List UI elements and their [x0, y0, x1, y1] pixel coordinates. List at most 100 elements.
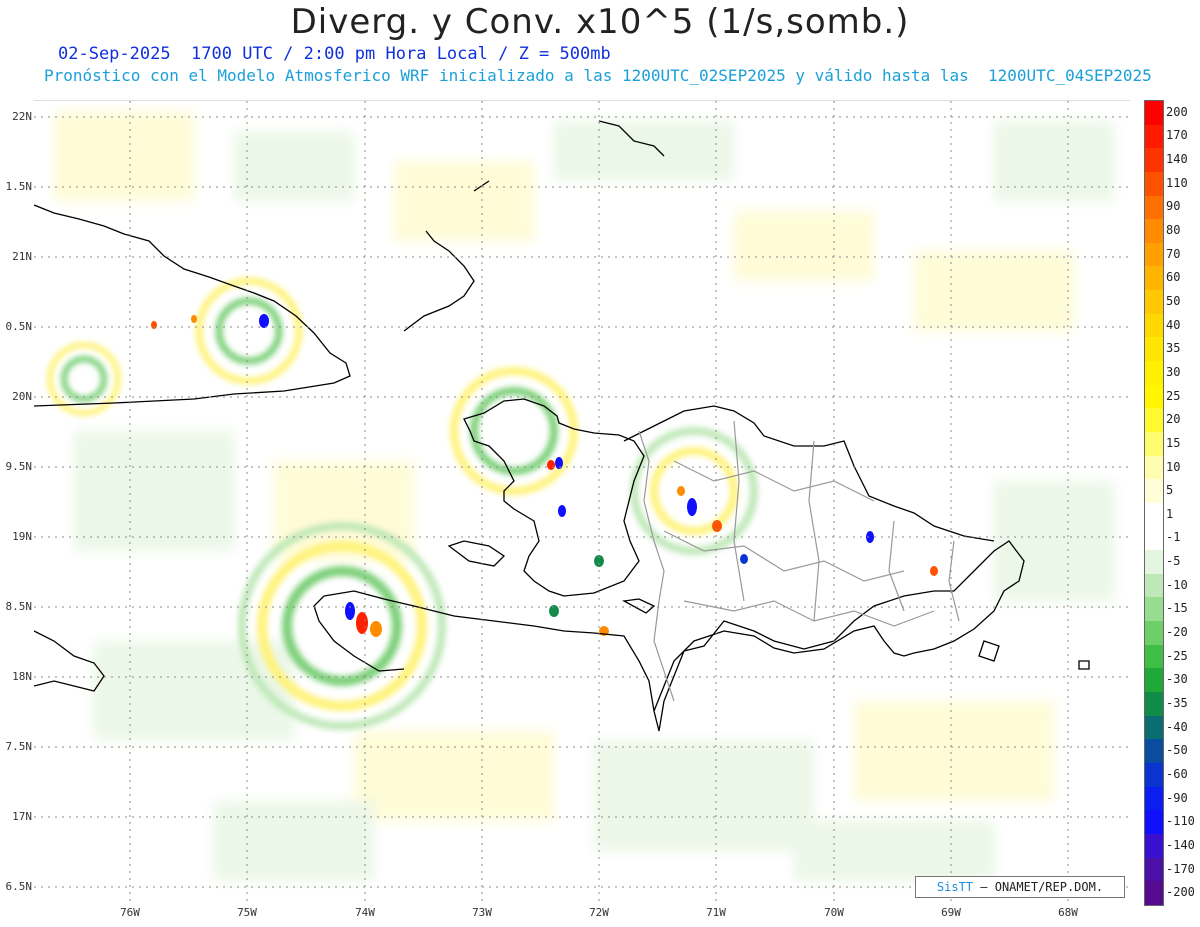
color-scale-label: -5	[1166, 554, 1181, 569]
color-swatch	[1145, 762, 1163, 787]
lat-label: 9.5N	[5, 460, 33, 473]
color-scale-label: -60	[1166, 766, 1188, 781]
map-canvas	[34, 101, 1130, 901]
model-description: Pronóstico con el Modelo Atmosferico WRF…	[44, 66, 1152, 85]
color-swatch	[1145, 171, 1163, 196]
color-scale-label: 15	[1166, 435, 1181, 450]
lat-label: 6.5N	[5, 880, 33, 893]
color-swatch	[1145, 337, 1163, 362]
color-scale-label: -170	[1166, 861, 1195, 876]
color-scale-label: -40	[1166, 719, 1188, 734]
lon-label: 75W	[237, 906, 257, 919]
forecast-time: 02-Sep-2025 1700 UTC / 2:00 pm Hora Loca…	[58, 44, 611, 64]
sistt-logo-text: SisTT	[936, 880, 974, 894]
lon-label: 68W	[1058, 906, 1078, 919]
color-scale-label: 140	[1166, 152, 1188, 167]
color-scale-label: -200	[1166, 885, 1195, 900]
color-scale-label: 170	[1166, 128, 1188, 143]
lat-label: 22N	[12, 110, 32, 123]
color-scale-label: -30	[1166, 672, 1188, 687]
lat-label: 8.5N	[5, 600, 33, 613]
color-scale-label: 70	[1166, 246, 1181, 261]
color-scale-label: 40	[1166, 317, 1181, 332]
lon-label: 72W	[589, 906, 609, 919]
color-scale-label: 80	[1166, 223, 1181, 238]
color-scale-label: 200	[1166, 104, 1188, 119]
color-swatch	[1145, 101, 1163, 125]
color-scale-label: -15	[1166, 601, 1188, 616]
color-scale-bar	[1144, 100, 1164, 906]
lon-label: 71W	[706, 906, 726, 919]
color-swatch	[1145, 266, 1163, 291]
color-scale-label: 35	[1166, 341, 1181, 356]
color-swatch	[1145, 573, 1163, 598]
color-swatch	[1145, 597, 1163, 622]
lon-label: 69W	[941, 906, 961, 919]
lat-label: 20N	[12, 390, 32, 403]
color-swatch	[1145, 644, 1163, 669]
color-scale-label: 30	[1166, 364, 1181, 379]
lon-label: 73W	[472, 906, 492, 919]
lat-label: 7.5N	[5, 740, 33, 753]
color-swatch	[1145, 313, 1163, 338]
color-scale-label: 20	[1166, 412, 1181, 427]
lat-label: 1.5N	[5, 180, 33, 193]
color-swatch	[1145, 195, 1163, 220]
color-swatch	[1145, 526, 1163, 551]
color-swatch	[1145, 242, 1163, 267]
coastline	[34, 120, 1090, 732]
color-scale-label: -10	[1166, 577, 1188, 592]
color-swatch	[1145, 715, 1163, 740]
color-swatch	[1145, 550, 1163, 574]
color-scale-label: -25	[1166, 648, 1188, 663]
color-swatch	[1145, 479, 1163, 503]
color-scale-label: 50	[1166, 294, 1181, 308]
color-swatch	[1145, 857, 1163, 882]
color-swatch	[1145, 431, 1163, 456]
color-scale-label: 1	[1166, 506, 1174, 521]
color-scale-label: 25	[1166, 388, 1181, 403]
color-swatch	[1145, 881, 1163, 905]
lat-label: 0.5N	[5, 320, 33, 333]
color-scale-label: 5	[1166, 483, 1174, 498]
color-swatch	[1145, 668, 1163, 693]
color-scale-label: -110	[1166, 814, 1195, 829]
color-swatch	[1145, 290, 1163, 314]
credit-box: SisTT – ONAMET/REP.DOM.	[915, 876, 1125, 898]
color-swatch	[1145, 148, 1163, 172]
color-scale-label: -50	[1166, 743, 1188, 758]
color-swatch	[1145, 786, 1163, 811]
divergence-map	[34, 100, 1130, 901]
lon-label: 76W	[120, 906, 140, 919]
light-field	[54, 111, 1114, 881]
color-scale-label: 90	[1166, 199, 1181, 214]
lat-label: 17N	[12, 810, 32, 823]
color-swatch	[1145, 455, 1163, 480]
color-scale-label: 60	[1166, 270, 1181, 285]
lat-label: 18N	[12, 670, 32, 683]
color-swatch	[1145, 833, 1163, 858]
color-swatch	[1145, 810, 1163, 834]
color-scale-label: -35	[1166, 696, 1188, 710]
color-swatch	[1145, 739, 1163, 763]
color-swatch	[1145, 621, 1163, 645]
color-swatch	[1145, 502, 1163, 527]
color-swatch	[1145, 361, 1163, 385]
color-scale-label: -20	[1166, 625, 1188, 640]
lat-label: 21N	[12, 250, 32, 263]
lon-label: 70W	[824, 906, 844, 919]
color-scale-label: -140	[1166, 837, 1195, 852]
color-swatch	[1145, 219, 1163, 243]
color-swatch	[1145, 692, 1163, 716]
lat-label: 19N	[12, 530, 32, 543]
lon-label: 74W	[355, 906, 375, 919]
credit-text: – ONAMET/REP.DOM.	[980, 880, 1104, 894]
admin-borders	[638, 420, 960, 702]
color-swatch	[1145, 408, 1163, 432]
map-title: Diverg. y Conv. x10^5 (1/s,somb.)	[290, 2, 910, 42]
color-scale-label: -1	[1166, 530, 1181, 545]
color-scale-label: 110	[1166, 175, 1188, 190]
color-swatch	[1145, 124, 1163, 149]
color-scale-label: -90	[1166, 790, 1188, 805]
color-scale-label: 10	[1166, 459, 1181, 474]
